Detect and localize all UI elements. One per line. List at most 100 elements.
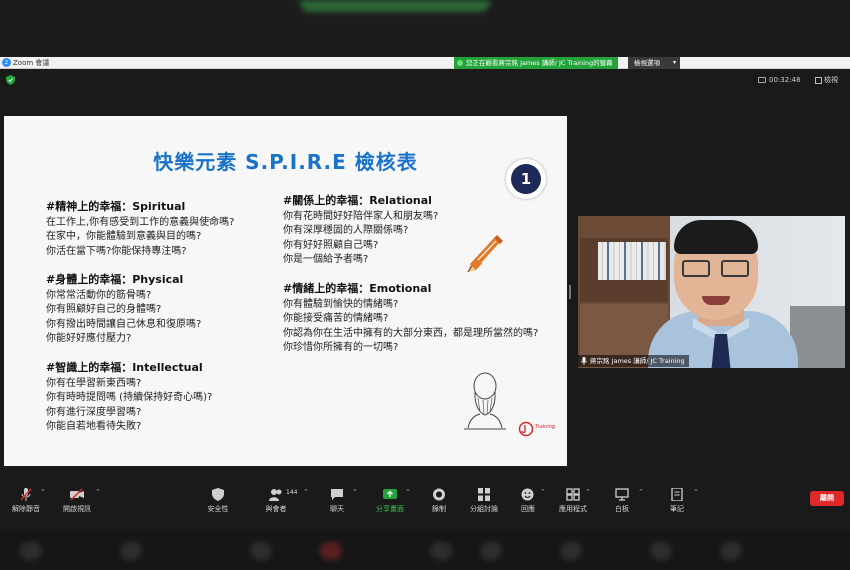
view-options-button[interactable]: 檢視選項 ▾ [628, 57, 680, 69]
meeting-toolbar: 解除靜音 ⌃ 開啟視訊 ⌃ 安全性 與會者 144 ⌃ 聊天 ⌃ 分享畫面 ⌃ [0, 484, 850, 516]
start-video-label: 開啟視訊 [63, 505, 91, 513]
leave-button[interactable]: 離開 [810, 491, 844, 506]
section-line: 你珍惜你所擁有的一切嗎? [283, 342, 399, 354]
section-line: 你有深厚穩固的人際關係嗎? [283, 225, 409, 237]
section-heading: #身體上的幸福：Physical [46, 273, 184, 286]
chat-icon [331, 489, 343, 500]
title-bar: z Zoom 會議 [0, 57, 850, 69]
timer-icon [758, 77, 766, 83]
participants-icon [269, 489, 282, 501]
record-label: 錄制 [432, 505, 446, 513]
sharing-status-icon [457, 60, 463, 66]
section-line: 你有花時間好好陪伴家人和朋友嗎? [283, 210, 439, 222]
speaker-name: 蔣宗銘 James 講師/ JC Training [590, 357, 685, 365]
audio-options-caret[interactable]: ⌃ [40, 488, 46, 496]
app-title: Zoom 會議 [13, 59, 50, 67]
resize-handle[interactable] [569, 285, 571, 299]
blurred-shape [20, 542, 42, 560]
jc-training-logo: Training [518, 420, 558, 438]
unmute-label: 解除靜音 [12, 505, 40, 513]
slide-number-badge: 1 [506, 159, 546, 199]
apps-icon [566, 488, 580, 501]
blurred-shape [320, 542, 342, 560]
view-button-label: 檢視 [824, 76, 838, 84]
microphone-muted-icon [20, 488, 32, 501]
participants-options-caret[interactable]: ⌃ [303, 488, 309, 496]
section-line: 你能自若地看待失敗? [46, 421, 142, 433]
view-options-label: 檢視選項 [634, 59, 660, 67]
glasses-right [721, 260, 749, 277]
chat-label: 聊天 [330, 505, 344, 513]
pencil-icon [467, 235, 503, 272]
whiteboard-label: 白板 [615, 505, 629, 513]
section-line: 你有撥出時間讓自己休息和復原嗎? [46, 318, 202, 330]
whiteboard-options-caret[interactable]: ⌃ [638, 488, 644, 496]
notes-icon [671, 488, 683, 501]
view-button[interactable]: 檢視 [815, 74, 838, 86]
section-physical: #身體上的幸福：Physical 你常常活動你的筋骨嗎? 你有照顧好自己的身體嗎… [46, 273, 201, 347]
section-line: 你是一個給予者嗎? [283, 254, 369, 266]
books [598, 242, 666, 280]
section-line: 你有進行深度學習嗎? [46, 406, 142, 418]
record-icon [433, 488, 445, 501]
speaker-video[interactable]: 蔣宗銘 James 講師/ JC Training [578, 216, 845, 368]
slide-title: 快樂元素 S.P.I.R.E 檢核表 [153, 150, 418, 174]
reactions-options-caret[interactable]: ⌃ [540, 488, 546, 496]
security-label: 安全性 [207, 505, 229, 513]
section-line: 你有好好照顧自己嗎? [283, 239, 379, 251]
speaker-name-tag: 蔣宗銘 James 講師/ JC Training [578, 355, 689, 367]
section-heading: #精神上的幸福：Spiritual [46, 200, 186, 213]
section-line: 你常常活動你的筋骨嗎? [46, 289, 152, 301]
grid-view-icon [815, 76, 822, 84]
security-shield-icon[interactable] [6, 75, 15, 85]
speaker-hair [674, 220, 758, 254]
blurred-shape [250, 542, 272, 560]
breakout-rooms-label: 分組討論 [470, 505, 498, 513]
section-line: 你有時時提問嗎 (持續保持好奇心嗎)? [46, 392, 213, 404]
section-emotional: #情緒上的幸福：Emotional 你有體驗到愉快的情緒嗎? 你能接受痛苦的情緒… [283, 282, 538, 356]
zoom-logo-icon: z [2, 58, 11, 67]
record-button[interactable]: 錄制 [414, 484, 464, 514]
section-line: 你認為你在生活中擁有的大部分東西，都是理所當然的嗎? [283, 327, 539, 339]
glasses-left [682, 260, 710, 277]
section-line: 在家中，你能體驗到意義與目的嗎? [46, 231, 202, 243]
timer-value: 00:32:48 [769, 76, 801, 84]
blurred-shape [480, 542, 502, 560]
shield-icon [212, 488, 224, 501]
blurred-shape [120, 542, 142, 560]
video-options-caret[interactable]: ⌃ [95, 488, 101, 496]
section-spiritual: #精神上的幸福：Spiritual 在工作上,你有感受到工作的意義與使命嗎? 在… [46, 200, 235, 259]
section-line: 在工作上,你有感受到工作的意義與使命嗎? [46, 216, 235, 228]
apps-label: 應用程式 [559, 505, 587, 513]
slide-number: 1 [511, 164, 541, 194]
section-line: 你能好好應付壓力? [46, 333, 132, 345]
participants-count: 144 [286, 489, 298, 496]
zoom-window: z Zoom 會議 您正在觀看蔣宗銘 James 講師/ JC Training… [0, 0, 850, 570]
share-screen-icon [383, 489, 397, 499]
share-banner-text: 您正在觀看蔣宗銘 James 講師/ JC Training的螢幕 [466, 59, 613, 67]
meeting-timer: 00:32:48 [758, 74, 800, 86]
section-relational: #關係上的幸福：Relational 你有花時間好好陪伴家人和朋友嗎? 你有深厚… [283, 194, 438, 268]
blurred-shape [430, 542, 452, 560]
cabinet-right [790, 306, 845, 368]
breakout-rooms-button[interactable]: 分組討論 [459, 484, 509, 514]
section-heading: #智識上的幸福：Intellectual [46, 361, 203, 374]
participants-label: 與會者 [265, 505, 287, 513]
reactions-label: 回應 [521, 505, 535, 513]
section-line: 你活在當下嗎?你能保持專注嗎? [46, 245, 187, 257]
apps-options-caret[interactable]: ⌃ [585, 488, 591, 496]
security-button[interactable]: 安全性 [193, 484, 243, 514]
chat-options-caret[interactable]: ⌃ [352, 488, 358, 496]
video-off-icon [70, 488, 84, 501]
section-line: 你能接受痛苦的情緒嗎? [283, 313, 389, 325]
microphone-icon [581, 357, 587, 365]
section-intellectual: #智識上的幸福：Intellectual 你有在學習新東西嗎? 你有時時提問嗎 … [46, 361, 212, 435]
section-heading: #情緒上的幸福：Emotional [283, 282, 432, 295]
section-heading: #關係上的幸福：Relational [283, 194, 432, 207]
shared-slide: 快樂元素 S.P.I.R.E 檢核表 1 #精神上的幸福：Spiritual 在… [4, 116, 567, 466]
share-options-caret[interactable]: ⌃ [405, 488, 411, 496]
logo-text: Training [535, 424, 556, 430]
blurred-background-strip [0, 0, 850, 57]
chevron-down-icon: ▾ [672, 59, 676, 66]
notes-options-caret[interactable]: ⌃ [693, 488, 699, 496]
